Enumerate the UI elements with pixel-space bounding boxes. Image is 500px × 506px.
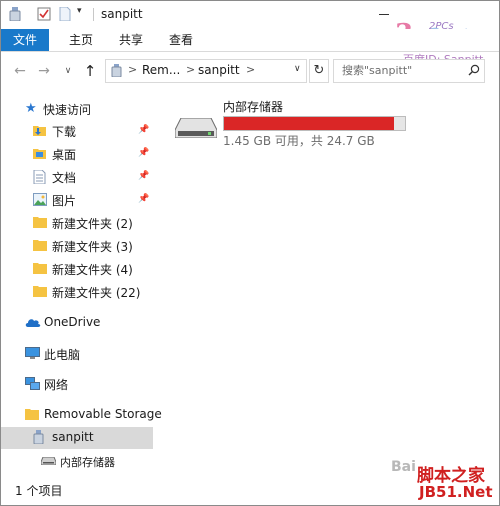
back-arrow-icon[interactable]: ←: [11, 62, 29, 80]
nav-label: 文档: [52, 171, 77, 185]
tab-file[interactable]: 文件: [1, 29, 49, 51]
nav-label: 新建文件夹 (2): [52, 217, 133, 231]
usb-drive-icon: [9, 7, 21, 21]
nav-label: 网络: [44, 378, 69, 392]
usb-drive-icon: [33, 430, 44, 444]
storage-drive-icon: [41, 457, 56, 465]
nav-item-this-pc[interactable]: 此电脑: [1, 343, 153, 365]
star-icon: ★: [25, 101, 37, 116]
navigation-pane: ★ 快速访问 下载 📌 桌面 📌 文档 📌 图片 📌 新建文件夹 (2) 新建文…: [1, 90, 162, 476]
breadcrumb-separator: >: [246, 63, 256, 76]
nav-label: sanpitt: [52, 430, 94, 444]
this-pc-icon: [25, 347, 40, 359]
breadcrumb-sanpitt[interactable]: sanpitt: [198, 63, 240, 77]
nav-label: 此电脑: [44, 348, 81, 362]
explorer-window: ▾ sanpitt 3 2PCs 百度ID: Sanpitt 文件 主页 共享 …: [0, 0, 500, 506]
tab-view[interactable]: 查看: [161, 29, 201, 51]
watermark-baidu: Bai: [391, 459, 416, 475]
drive-name: 内部存储器: [223, 100, 284, 114]
folder-icon: [25, 409, 39, 420]
watermark-url: JB51.Net: [419, 483, 493, 501]
address-history-chevron-icon[interactable]: ∨: [294, 64, 301, 74]
search-box[interactable]: [333, 59, 485, 83]
item-count: 1 个项目: [15, 484, 63, 498]
search-icon[interactable]: [468, 64, 480, 76]
nav-label: 内部存储器: [60, 456, 115, 469]
address-row: ← → ∨ ↑ > Rem... > sanpitt > ∨ ↻: [1, 52, 499, 90]
nav-item-network[interactable]: 网络: [1, 373, 153, 395]
drive-tile[interactable]: 内部存储器 1.45 GB 可用，共 24.7 GB: [171, 94, 411, 148]
nav-item-sanpitt[interactable]: sanpitt: [1, 427, 153, 449]
watermark-site: Bai 脚本之家 JB51.Net: [379, 459, 497, 503]
nav-label: Removable Storage: [44, 407, 162, 421]
search-input[interactable]: [334, 60, 468, 80]
onedrive-cloud-icon: [25, 319, 41, 327]
pin-icon[interactable]: 📌: [138, 194, 149, 204]
nav-item-internal-storage[interactable]: 内部存储器: [1, 451, 153, 473]
nav-label: 新建文件夹 (22): [52, 286, 141, 300]
nav-quick-access[interactable]: ★ 快速访问: [1, 98, 153, 120]
content-area: 内部存储器 1.45 GB 可用，共 24.7 GB: [161, 90, 499, 476]
drive-usage-fill: [224, 117, 395, 130]
tab-home[interactable]: 主页: [61, 29, 101, 51]
customize-toolbar-chevron-icon[interactable]: ▾: [77, 6, 82, 20]
pin-icon[interactable]: 📌: [138, 148, 149, 158]
nav-item-desktop[interactable]: 桌面 📌: [1, 143, 153, 165]
breadcrumb-separator: >: [128, 63, 138, 76]
nav-item-folder-4[interactable]: 新建文件夹 (4): [1, 258, 153, 280]
folder-icon: [33, 240, 47, 251]
nav-item-documents[interactable]: 文档 📌: [1, 166, 153, 188]
folder-icon: [33, 286, 47, 297]
properties-icon[interactable]: [37, 7, 51, 21]
pin-icon[interactable]: 📌: [138, 171, 149, 181]
pin-icon[interactable]: 📌: [138, 125, 149, 135]
usb-drive-icon: [111, 64, 122, 77]
nav-label: 新建文件夹 (3): [52, 240, 133, 254]
breadcrumb-separator: >: [186, 63, 196, 76]
nav-label: 新建文件夹 (4): [52, 263, 133, 277]
documents-folder-icon: [33, 170, 46, 184]
nav-label: 快速访问: [43, 103, 92, 117]
desktop-folder-icon: [33, 149, 46, 159]
refresh-icon[interactable]: ↻: [309, 59, 329, 83]
new-folder-icon[interactable]: [59, 7, 71, 21]
nav-label: 图片: [52, 194, 77, 208]
nav-item-folder-22[interactable]: 新建文件夹 (22): [1, 281, 153, 303]
downloads-folder-icon: [33, 126, 46, 136]
nav-label: 下载: [52, 125, 77, 139]
nav-label: 桌面: [52, 148, 77, 162]
nav-item-removable-storage[interactable]: Removable Storage: [1, 404, 162, 426]
drive-usage-bar: [223, 116, 406, 131]
nav-item-downloads[interactable]: 下载 📌: [1, 120, 153, 142]
window-title: sanpitt: [101, 7, 143, 21]
tab-share[interactable]: 共享: [111, 29, 151, 51]
storage-drive-icon: [175, 118, 217, 138]
nav-label: OneDrive: [44, 315, 101, 329]
nav-item-folder-3[interactable]: 新建文件夹 (3): [1, 235, 153, 257]
address-bar[interactable]: > Rem... > sanpitt > ∨: [105, 59, 307, 83]
forward-arrow-icon[interactable]: →: [35, 62, 53, 80]
recent-locations-chevron-icon[interactable]: ∨: [59, 62, 77, 80]
nav-item-onedrive[interactable]: OneDrive: [1, 312, 153, 334]
nav-item-pictures[interactable]: 图片 📌: [1, 189, 153, 211]
pictures-folder-icon: [33, 193, 47, 206]
folder-icon: [33, 263, 47, 274]
breadcrumb-removable[interactable]: Rem...: [142, 63, 180, 77]
title-separator: [93, 8, 94, 21]
drive-free-space: 1.45 GB 可用，共 24.7 GB: [223, 134, 375, 148]
folder-icon: [33, 217, 47, 228]
nav-item-folder-2[interactable]: 新建文件夹 (2): [1, 212, 153, 234]
network-icon: [25, 377, 40, 390]
ribbon-tabs: 文件 主页 共享 查看: [1, 29, 499, 52]
up-arrow-icon[interactable]: ↑: [81, 62, 99, 80]
